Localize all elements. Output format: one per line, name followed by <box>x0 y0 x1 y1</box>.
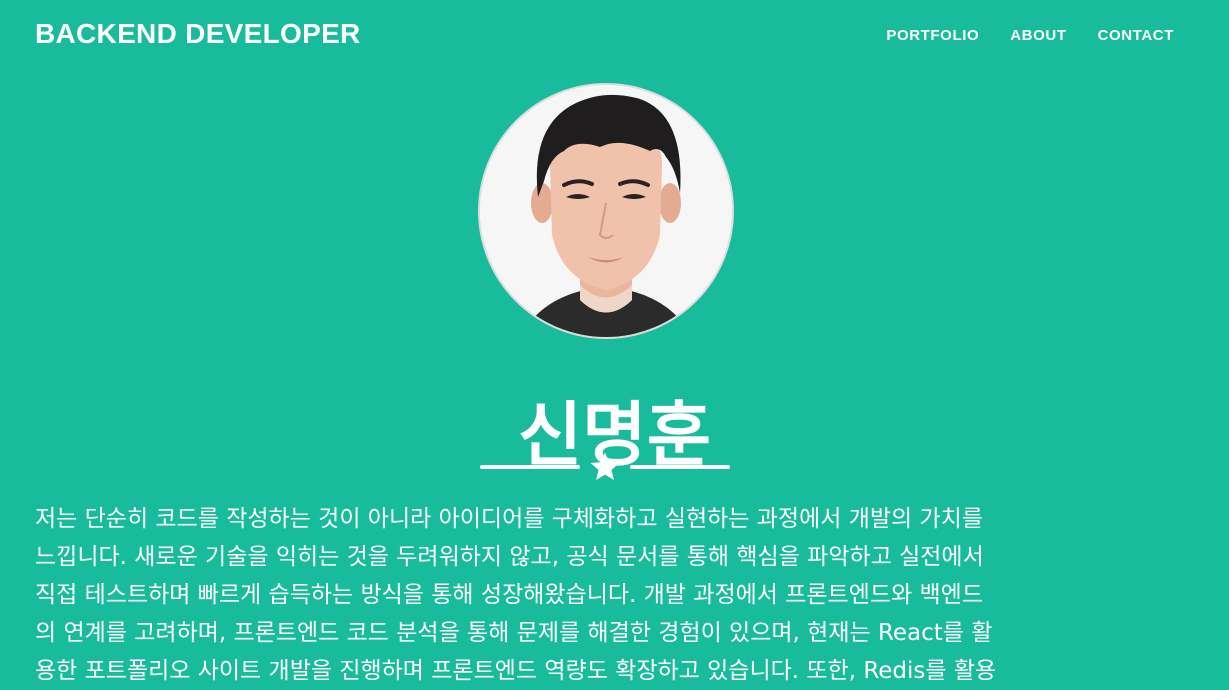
profile-photo-image <box>480 85 732 337</box>
intro-line: 느낍니다. 새로운 기술을 익히는 것을 두려워하지 않고, 공식 문서를 통해… <box>35 544 984 570</box>
nav-link-contact[interactable]: CONTACT <box>1098 27 1174 44</box>
nav-links: PORTFOLIO ABOUT CONTACT <box>886 27 1174 44</box>
brand-link[interactable]: BACKEND DEVELOPER <box>35 18 361 50</box>
intro-line: 의 연계를 고려하며, 프론트엔드 코드 분석을 통해 문제를 해결한 경험이 … <box>35 620 993 646</box>
navbar: BACKEND DEVELOPER PORTFOLIO ABOUT CONTAC… <box>0 0 1229 72</box>
nav-link-about[interactable]: ABOUT <box>1010 27 1066 44</box>
intro-paragraph: 저는 단순히 코드를 작성하는 것이 아니라 아이디어를 구체화하고 실현하는 … <box>35 500 1195 690</box>
nav-link-portfolio[interactable]: PORTFOLIO <box>886 27 979 44</box>
intro-line: 용한 포트폴리오 사이트 개발을 진행하며 프론트엔드 역량도 확장하고 있습니… <box>35 658 997 684</box>
star-divider <box>480 448 730 488</box>
profile-photo <box>478 83 734 339</box>
divider-line-left <box>480 465 580 469</box>
intro-line: 직접 테스트하며 빠르게 습득하는 방식을 통해 성장해왔습니다. 개발 과정에… <box>35 582 983 608</box>
star-icon <box>590 452 620 481</box>
intro-line: 저는 단순히 코드를 작성하는 것이 아니라 아이디어를 구체화하고 실현하는 … <box>35 506 983 532</box>
divider-line-right <box>630 465 730 469</box>
